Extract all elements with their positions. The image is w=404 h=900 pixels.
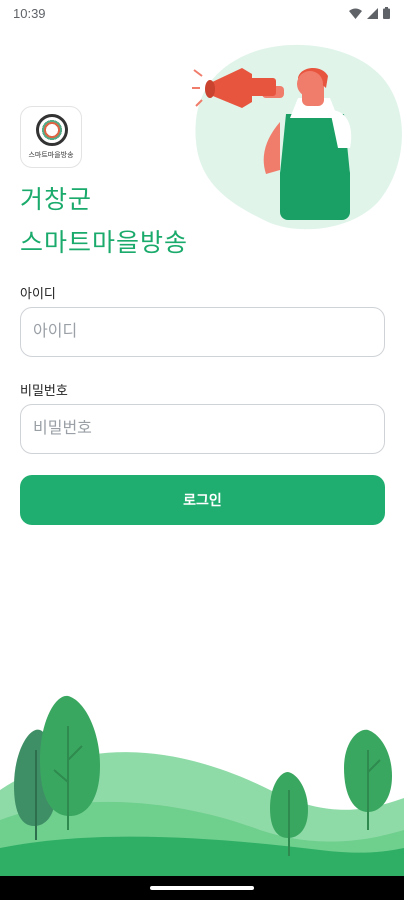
landscape-illustration [0,695,404,878]
battery-icon [383,7,390,19]
password-label: 비밀번호 [20,383,68,398]
megaphone-illustration [192,44,402,230]
status-time: 10:39 [13,5,46,21]
system-nav-bar [0,876,404,900]
password-input[interactable] [20,404,385,454]
home-indicator[interactable] [150,886,254,890]
logo-caption: 스마트마을방송 [28,152,74,159]
emblem-icon [36,114,68,146]
status-bar: 10:39 [0,0,404,26]
id-label: 아이디 [20,286,56,301]
status-icons [349,7,390,19]
wifi-icon [349,8,362,19]
app-logo: 스마트마을방송 [20,106,82,168]
title-service: 스마트마을방송 [20,229,189,257]
signal-icon [367,7,378,19]
id-input[interactable] [20,307,385,357]
login-button[interactable]: 로그인 [20,475,385,525]
title-county: 거창군 [20,186,93,214]
